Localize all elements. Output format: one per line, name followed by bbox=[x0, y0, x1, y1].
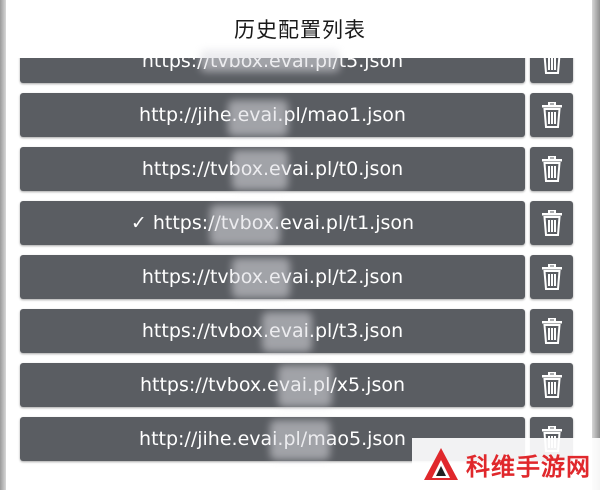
dialog-title: 历史配置列表 bbox=[234, 18, 366, 42]
redaction-smudge bbox=[270, 420, 330, 460]
list-item[interactable]: https://tvbox.evai.pl/t0.json bbox=[20, 147, 575, 191]
delete-button[interactable] bbox=[530, 93, 573, 137]
delete-button[interactable] bbox=[530, 255, 573, 299]
list-item[interactable]: https://tvbox.evai.pl/t2.json bbox=[20, 255, 575, 299]
watermark-logo-icon bbox=[424, 448, 458, 480]
redaction-smudge bbox=[278, 365, 332, 407]
redaction-smudge bbox=[262, 312, 312, 352]
delete-button[interactable] bbox=[530, 201, 573, 245]
list-item[interactable]: http://jihe.evai.pl/mao1.json bbox=[20, 93, 575, 137]
history-list[interactable]: https://tvbox.evai.pl/t5.jsonhttp://jihe… bbox=[0, 0, 600, 490]
config-url-button[interactable]: https://tvbox.evai.pl/x5.json bbox=[20, 363, 525, 407]
delete-button[interactable] bbox=[530, 147, 573, 191]
trash-icon bbox=[541, 210, 563, 236]
list-item[interactable]: ✓ https://tvbox.evai.pl/t1.json bbox=[20, 201, 575, 245]
trash-icon bbox=[541, 156, 563, 182]
trash-icon bbox=[541, 102, 563, 128]
watermark-text: 科维手游网 bbox=[466, 452, 591, 481]
redaction-smudge bbox=[232, 150, 288, 190]
config-url-label: https://tvbox.evai.pl/t1.json bbox=[152, 212, 415, 234]
selected-check-icon: ✓ bbox=[130, 212, 147, 234]
config-url-label: https://tvbox.evai.pl/x5.json bbox=[139, 374, 406, 396]
redaction-smudge bbox=[228, 100, 288, 136]
trash-icon bbox=[541, 318, 563, 344]
page: https://tvbox.evai.pl/t5.jsonhttp://jihe… bbox=[0, 0, 600, 490]
redaction-smudge bbox=[232, 258, 290, 298]
watermark: 科维手游网 bbox=[412, 438, 600, 490]
redaction-smudge bbox=[200, 50, 340, 72]
delete-button[interactable] bbox=[530, 363, 573, 407]
trash-icon bbox=[541, 372, 563, 398]
trash-icon bbox=[541, 264, 563, 290]
delete-button[interactable] bbox=[530, 309, 573, 353]
redaction-smudge bbox=[210, 205, 280, 245]
